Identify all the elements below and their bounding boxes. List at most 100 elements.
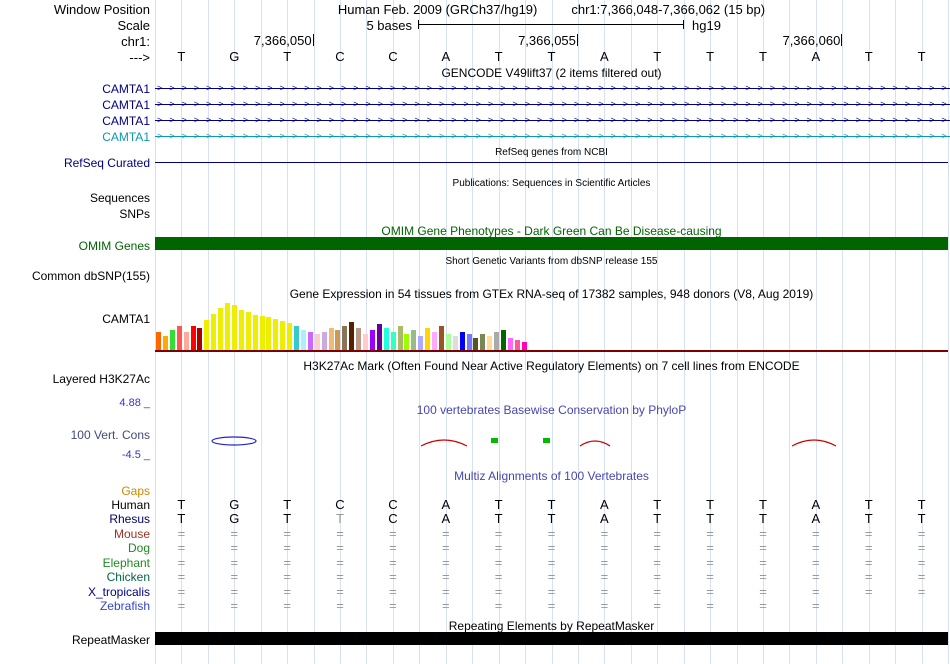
alignment-cell: =: [389, 598, 397, 613]
alignment-cell: =: [706, 584, 714, 599]
species-label[interactable]: X_tropicalis: [0, 585, 150, 599]
alignment-cell: T: [653, 511, 662, 526]
alignment-cell: =: [442, 584, 450, 599]
repeatmasker-label[interactable]: RepeatMasker: [0, 633, 150, 647]
alignment-cell: =: [917, 584, 926, 599]
alignment-cell: =: [706, 569, 714, 584]
species-label[interactable]: Human: [0, 498, 150, 512]
alignment-cell: =: [812, 540, 820, 555]
alignment-cell: =: [600, 598, 609, 613]
alignment-cell: =: [812, 584, 820, 599]
species-label[interactable]: Zebrafish: [0, 599, 150, 613]
alignment-cell: =: [812, 555, 820, 570]
alignment-cell: =: [494, 598, 503, 613]
alignment-cell: =: [494, 555, 503, 570]
alignment-cell: =: [759, 569, 767, 584]
alignment-cell: =: [442, 569, 450, 584]
alignment-cell: =: [759, 540, 767, 555]
alignment-cell: T: [283, 497, 292, 512]
alignment-cell: =: [494, 584, 503, 599]
alignment-cell: =: [759, 598, 767, 613]
alignment-cell: =: [547, 598, 556, 613]
alignment-cell: =: [442, 598, 450, 613]
alignment-cell: =: [177, 540, 186, 555]
alignment-cell: =: [600, 540, 609, 555]
alignment-cell: A: [811, 511, 821, 526]
alignment-cell: =: [389, 555, 397, 570]
alignment-cell: T: [759, 511, 767, 526]
alignment-cell: =: [547, 526, 556, 541]
alignment-cell: =: [864, 526, 873, 541]
alignment-cell: T: [494, 511, 503, 526]
alignment-cell: A: [600, 497, 609, 512]
alignment-cell: T: [759, 497, 767, 512]
repeatmasker-bar[interactable]: [155, 632, 948, 645]
alignment-cell: =: [706, 555, 714, 570]
alignment-cell: =: [177, 598, 186, 613]
alignment-cell: =: [653, 598, 661, 613]
alignment-cell: =: [442, 555, 450, 570]
alignment-cell: =: [336, 540, 344, 555]
alignment-cell: A: [441, 497, 451, 512]
alignment-cell: T: [706, 497, 715, 512]
alignment-cell: =: [230, 584, 239, 599]
alignment-cell: =: [336, 555, 344, 570]
alignment-cell: T: [494, 497, 503, 512]
alignment-cell: A: [811, 497, 821, 512]
alignment-cell: =: [864, 540, 873, 555]
alignment-cell: =: [653, 540, 661, 555]
alignment-cell: =: [177, 569, 186, 584]
alignment-cell: =: [547, 584, 556, 599]
alignment-cell: T: [177, 511, 186, 526]
alignment-cell: =: [653, 526, 661, 541]
species-label[interactable]: Chicken: [0, 570, 150, 584]
alignment-cell: =: [283, 598, 291, 613]
alignment-cell: =: [759, 526, 767, 541]
alignment-cell: =: [177, 526, 186, 541]
alignment-cell: T: [917, 511, 926, 526]
alignment-cell: =: [283, 526, 291, 541]
alignment-cell: =: [759, 584, 767, 599]
alignment-cell: =: [653, 584, 661, 599]
alignment-cell: =: [336, 569, 344, 584]
alignment-cell: T: [864, 497, 873, 512]
alignment-cell: C: [388, 511, 398, 526]
alignment-cell: =: [494, 526, 503, 541]
alignment-cell: =: [177, 555, 186, 570]
alignment-cell: =: [706, 526, 714, 541]
alignment-cell: =: [812, 598, 820, 613]
species-label[interactable]: Mouse: [0, 527, 150, 541]
species-label[interactable]: Dog: [0, 541, 150, 555]
alignment-cell: =: [547, 540, 556, 555]
multiz-rows: Human T G T C C A T T A T T T A T T Rhesus T G T T C A T T A T T T A T…: [0, 0, 950, 620]
alignment-cell: =: [230, 555, 239, 570]
alignment-cell: =: [389, 526, 397, 541]
alignment-cell: =: [283, 540, 291, 555]
alignment-cell: =: [759, 555, 767, 570]
alignment-cell: =: [917, 569, 926, 584]
alignment-cell: =: [864, 584, 873, 599]
alignment-cell: G: [229, 497, 240, 512]
alignment-cell: =: [336, 598, 344, 613]
alignment-cell: =: [864, 569, 873, 584]
alignment-cell: =: [917, 540, 926, 555]
alignment-cell: =: [917, 526, 926, 541]
alignment-cell: =: [230, 569, 239, 584]
species-label[interactable]: Rhesus: [0, 512, 150, 526]
alignment-cell: T: [336, 511, 344, 526]
alignment-cell: =: [336, 584, 344, 599]
alignment-cell: C: [335, 497, 345, 512]
alignment-cell: T: [917, 497, 926, 512]
alignment-cell: =: [864, 555, 873, 570]
genome-browser: Window Position Human Feb. 2009 (GRCh37/…: [0, 0, 950, 664]
alignment-cell: =: [653, 555, 661, 570]
species-label[interactable]: Elephant: [0, 556, 150, 570]
alignment-cell: =: [442, 526, 450, 541]
alignment-cell: =: [600, 569, 609, 584]
alignment-cell: T: [653, 497, 662, 512]
alignment-cell: =: [442, 540, 450, 555]
alignment-cell: =: [336, 526, 344, 541]
alignment-cell: =: [600, 555, 609, 570]
alignment-cell: C: [388, 497, 398, 512]
alignment-cell: =: [389, 584, 397, 599]
